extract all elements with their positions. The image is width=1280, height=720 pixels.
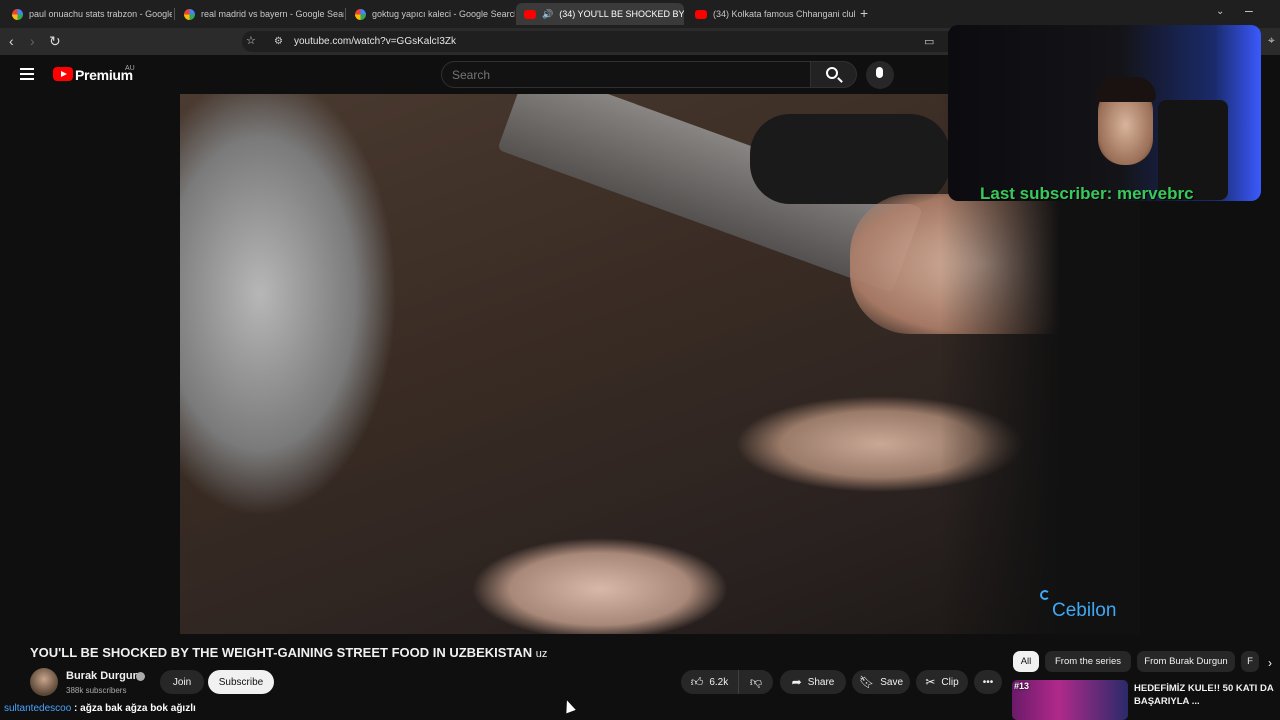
- menu-icon[interactable]: [20, 68, 34, 80]
- youtube-logo-icon[interactable]: [53, 67, 73, 81]
- google-icon: [355, 8, 366, 20]
- clip-label: Clip: [941, 676, 959, 688]
- chip-from-burak-durgun[interactable]: From Burak Durgun: [1137, 651, 1235, 672]
- uzbekistan-flag-label: uz: [535, 648, 548, 660]
- search-input[interactable]: [441, 61, 811, 88]
- search-icon: [826, 67, 838, 79]
- search-button[interactable]: [811, 61, 857, 88]
- speaker-icon: 🔊: [542, 8, 554, 19]
- chat-text: : ağza bak ağza bok ağızlı: [71, 703, 196, 714]
- cast-icon[interactable]: ▭: [924, 35, 934, 48]
- browser-tab-strip: paul onuachu stats trabzon - Google real…: [0, 0, 1280, 28]
- like-button[interactable]: 👍︎ 6.2k: [681, 670, 739, 694]
- save-button[interactable]: 🔖︎ Save: [852, 670, 910, 694]
- tab-separator: [174, 8, 175, 20]
- video-watermark: Cebilon: [1052, 600, 1117, 621]
- subscriber-count: 388k subscribers: [66, 686, 127, 695]
- microphone-icon: [876, 67, 883, 78]
- video-frame-glove: [750, 114, 950, 204]
- video-title-text: YOU'LL BE SHOCKED BY THE WEIGHT-GAINING …: [30, 645, 533, 660]
- extension-icon[interactable]: ⌖: [1268, 33, 1275, 48]
- webcam-streamer-hair: [1096, 77, 1156, 102]
- save-label: Save: [880, 676, 904, 688]
- voice-search-button[interactable]: [866, 61, 894, 89]
- recommendation-title[interactable]: HEDEFİMİZ KULE!! 50 KATI DA BAŞARIYLA ..…: [1134, 682, 1274, 708]
- region-code: AU: [125, 65, 135, 72]
- chat-username: sultantedescoo: [4, 703, 72, 714]
- more-actions-button[interactable]: •••: [974, 670, 1002, 694]
- browser-tab-2[interactable]: real madrid vs bayern - Google Sear: [176, 3, 344, 25]
- channel-name[interactable]: Burak Durgun: [66, 670, 139, 682]
- more-icon: •••: [982, 676, 994, 688]
- video-title: YOU'LL BE SHOCKED BY THE WEIGHT-GAINING …: [30, 645, 547, 660]
- thumbs-up-icon: 👍︎: [690, 674, 704, 689]
- google-icon: [12, 8, 23, 20]
- channel-avatar[interactable]: [30, 668, 58, 696]
- bookmark-plus-icon: 🔖︎: [858, 675, 875, 689]
- verified-icon: [136, 672, 145, 681]
- reload-icon[interactable]: ↻: [49, 33, 61, 50]
- thumbs-down-icon: 👎︎: [749, 674, 763, 689]
- tab-separator: [345, 8, 346, 20]
- join-button[interactable]: Join: [160, 670, 204, 694]
- watermark-logo-icon: [1040, 590, 1050, 600]
- back-icon[interactable]: ‹: [9, 33, 14, 49]
- recommendation-rank: #13: [1014, 681, 1030, 691]
- tab-search-icon[interactable]: ⌄: [1216, 6, 1224, 17]
- tab-title: goktug yapıcı kaleci - Google Search: [372, 9, 515, 19]
- minimize-icon[interactable]: –: [1245, 2, 1253, 18]
- bookmark-icon[interactable]: ☆: [246, 34, 256, 47]
- like-count: 6.2k: [709, 676, 729, 688]
- chevron-right-icon[interactable]: ›: [1268, 656, 1272, 670]
- dislike-button[interactable]: 👎︎: [739, 670, 773, 694]
- share-label: Share: [807, 676, 835, 688]
- youtube-icon: [695, 9, 707, 19]
- recommendation-thumbnail[interactable]: [1012, 680, 1128, 720]
- site-info-icon[interactable]: ⚙: [274, 36, 283, 47]
- streamer-webcam: [948, 25, 1261, 201]
- url-text[interactable]: youtube.com/watch?v=GGsKalcI3Zk: [294, 36, 456, 47]
- youtube-icon: [524, 9, 536, 19]
- chip-partial[interactable]: F: [1241, 651, 1259, 672]
- mouse-cursor-icon: [562, 698, 576, 714]
- tab-title: real madrid vs bayern - Google Sear: [201, 9, 344, 19]
- tab-title: (34) Kolkata famous Chhangani club: [713, 9, 855, 19]
- like-dislike-group: 👍︎ 6.2k 👎︎: [681, 670, 773, 694]
- chip-all[interactable]: All: [1013, 651, 1039, 672]
- browser-tab-1[interactable]: paul onuachu stats trabzon - Google: [4, 3, 172, 25]
- forward-icon[interactable]: ›: [30, 33, 35, 49]
- chip-from-the-series[interactable]: From the series: [1045, 651, 1131, 672]
- stream-chat-message: sultantedescoo : ağza bak ağza bok ağızl…: [4, 703, 196, 714]
- google-icon: [184, 8, 195, 20]
- tab-title: (34) YOU'LL BE SHOCKED BY: [559, 9, 684, 19]
- browser-tab-5[interactable]: (34) Kolkata famous Chhangani club: [687, 3, 855, 25]
- browser-tab-active[interactable]: 🔊 (34) YOU'LL BE SHOCKED BY ✕: [516, 3, 684, 25]
- clip-button[interactable]: ✂ Clip: [916, 670, 968, 694]
- browser-tab-3[interactable]: goktug yapıcı kaleci - Google Search: [347, 3, 515, 25]
- new-tab-icon[interactable]: +: [860, 5, 868, 21]
- share-icon: ➦: [791, 675, 802, 689]
- subscribe-button[interactable]: Subscribe: [208, 670, 274, 694]
- tab-title: paul onuachu stats trabzon - Google: [29, 9, 172, 19]
- share-button[interactable]: ➦ Share: [780, 670, 846, 694]
- scissors-icon: ✂: [925, 675, 936, 689]
- last-subscriber-overlay: Last subscriber: mervebrc: [980, 184, 1194, 203]
